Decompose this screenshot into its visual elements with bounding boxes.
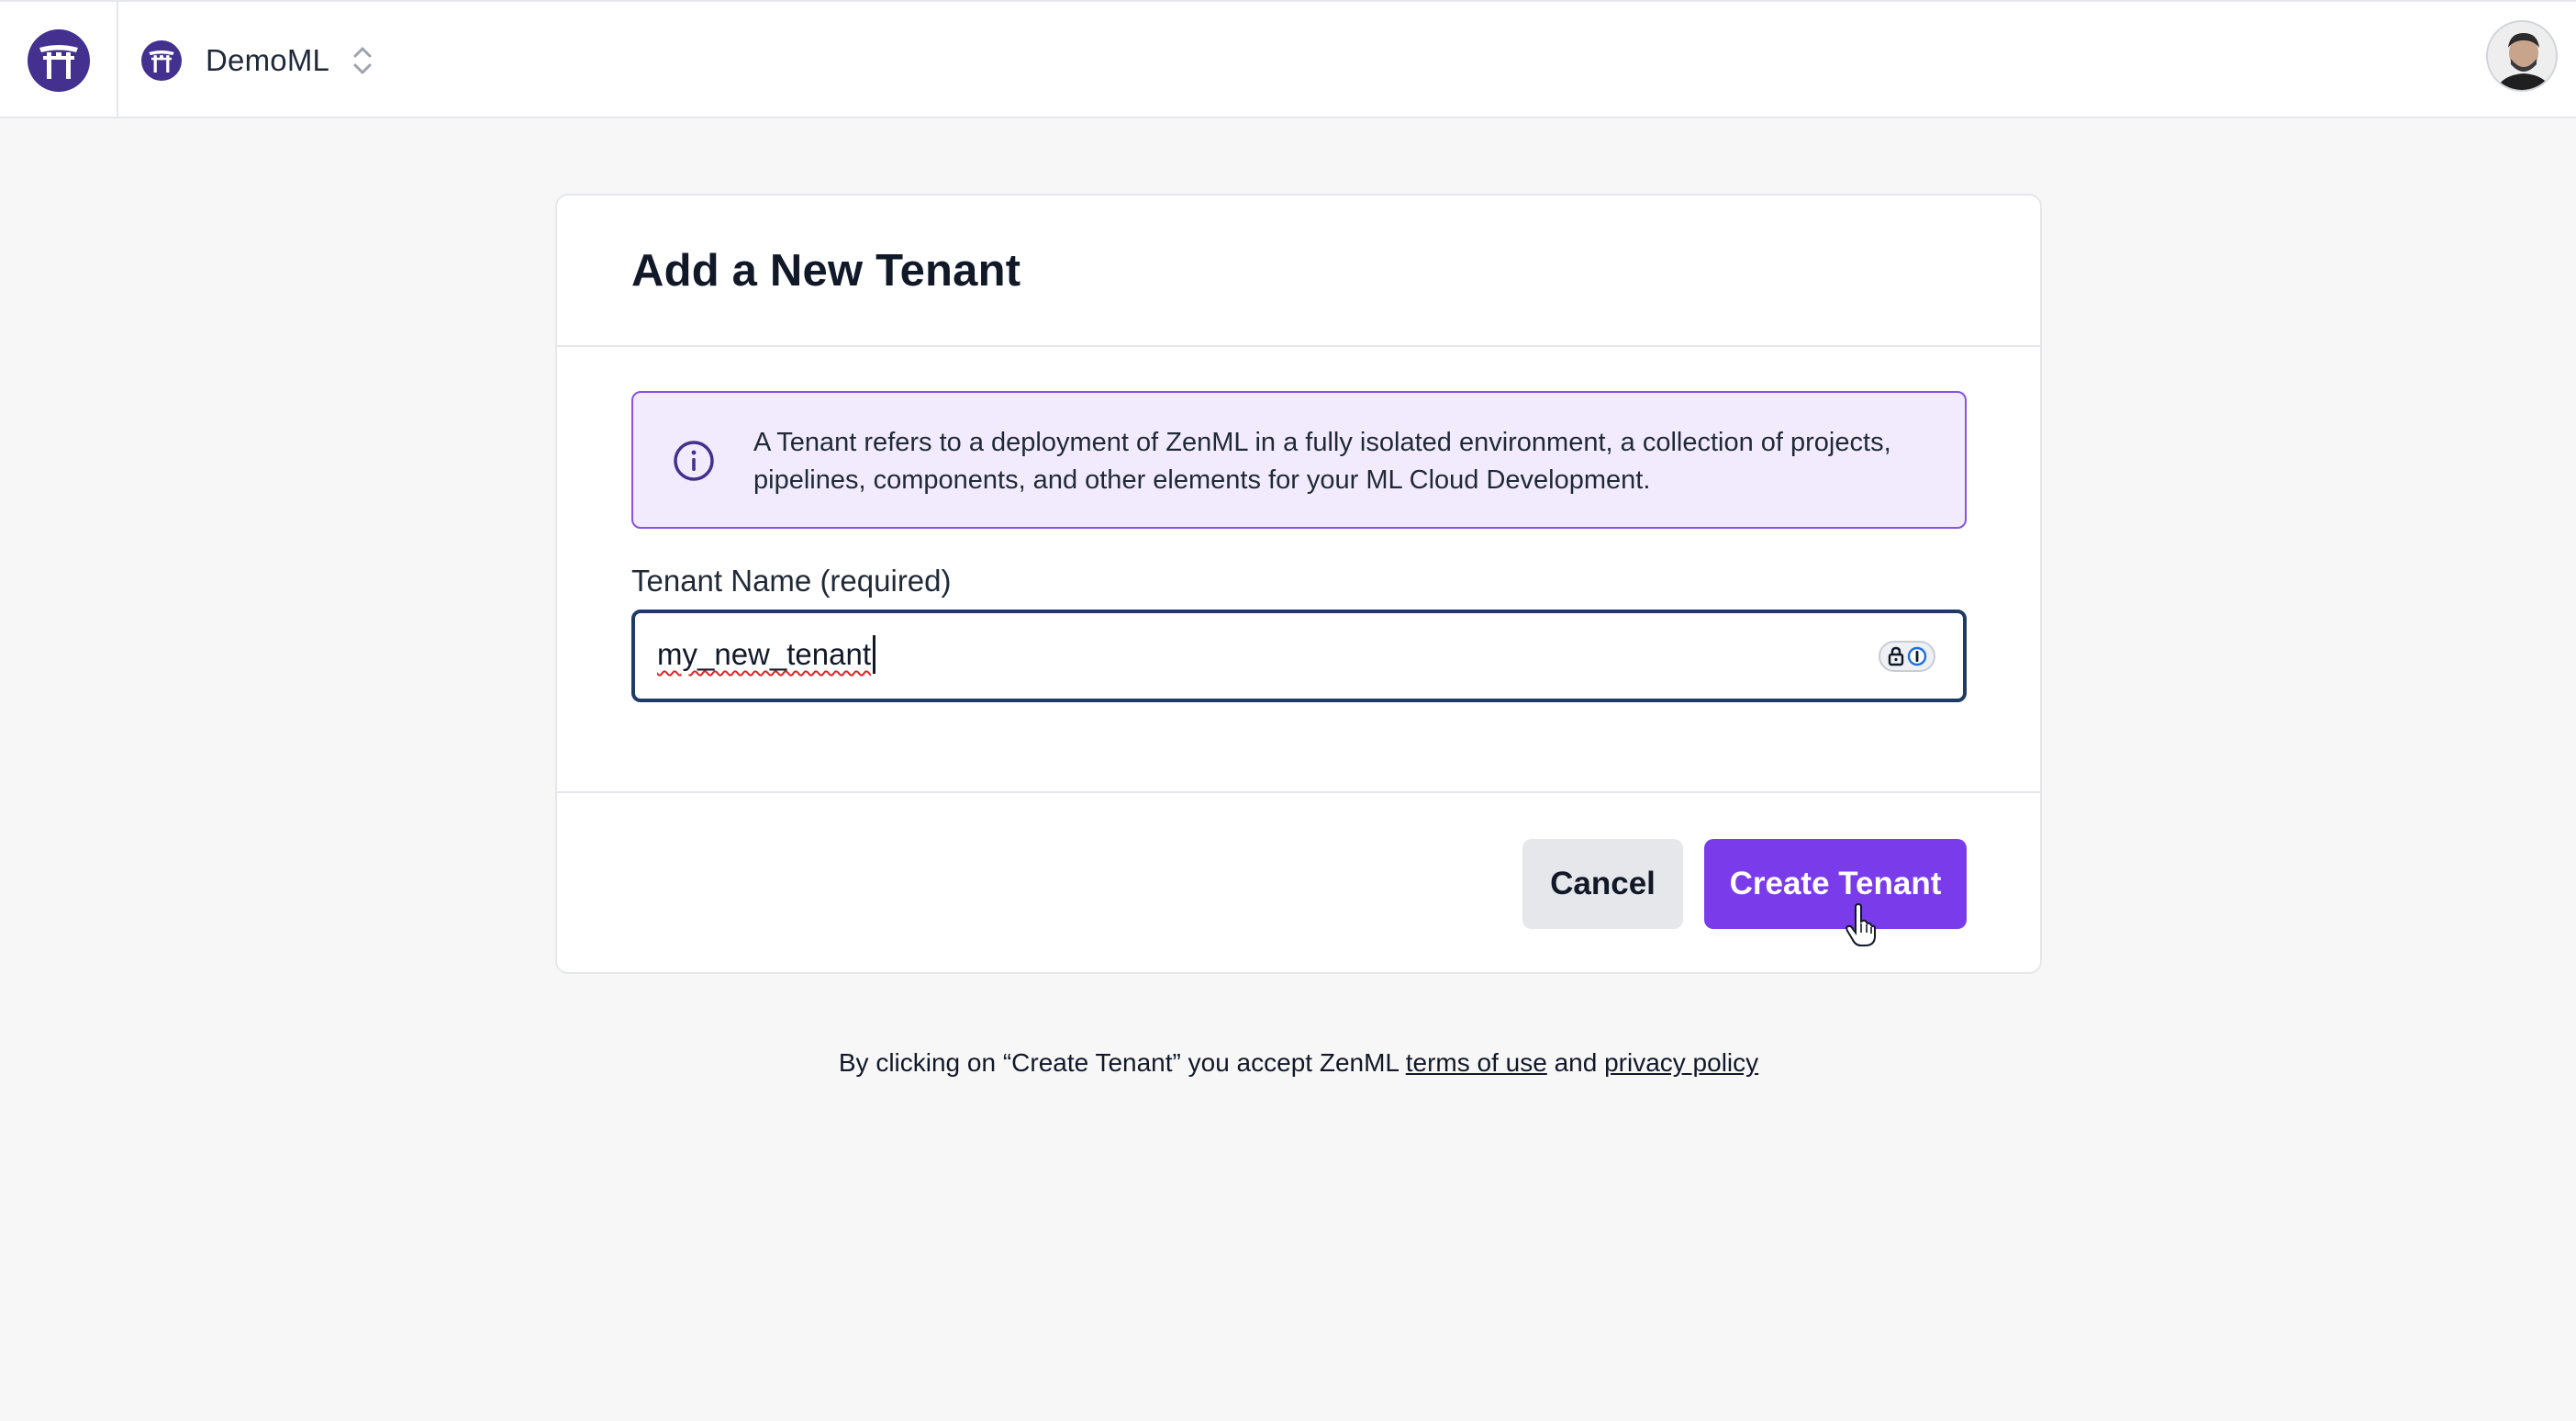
tenant-switcher[interactable]: DemoML xyxy=(141,39,374,83)
tenant-name-label: Tenant Name (required) xyxy=(631,564,952,598)
legal-prefix: By clicking on “Create Tenant” you accep… xyxy=(838,1048,1399,1077)
tenant-name-value[interactable]: my_new_tenant xyxy=(657,637,871,672)
legal-notice: By clicking on “Create Tenant” you accep… xyxy=(0,1048,2576,1078)
chevron-updown-icon[interactable] xyxy=(351,44,374,77)
page-title: Add a New Tenant xyxy=(631,245,1021,296)
add-tenant-card: Add a New Tenant A Tenant refers to a de… xyxy=(555,194,2042,974)
create-tenant-button[interactable]: Create Tenant xyxy=(1704,839,1967,929)
user-avatar[interactable] xyxy=(2486,20,2558,92)
info-callout: A Tenant refers to a deployment of ZenML… xyxy=(631,391,1967,529)
top-bar: DemoML xyxy=(0,0,2576,118)
logo-cell[interactable] xyxy=(0,2,118,118)
card-footer: Cancel Create Tenant xyxy=(557,793,2040,972)
password-manager-icon[interactable] xyxy=(1879,641,1935,672)
zenml-logo-icon[interactable] xyxy=(27,28,90,92)
legal-and: and xyxy=(1554,1048,1598,1077)
hand-cursor-icon xyxy=(1846,903,1876,946)
text-caret xyxy=(873,635,875,674)
privacy-policy-link[interactable]: privacy policy xyxy=(1604,1048,1758,1077)
cancel-button[interactable]: Cancel xyxy=(1522,839,1683,929)
info-text: A Tenant refers to a deployment of ZenML… xyxy=(753,428,1891,495)
card-body: A Tenant refers to a deployment of ZenML… xyxy=(557,347,2040,793)
tenant-name-input[interactable]: my_new_tenant xyxy=(631,610,1967,702)
tenant-logo-icon xyxy=(141,40,182,81)
tenant-name[interactable]: DemoML xyxy=(206,43,329,78)
terms-of-use-link[interactable]: terms of use xyxy=(1406,1048,1547,1077)
info-icon xyxy=(672,439,716,483)
card-header: Add a New Tenant xyxy=(557,196,2040,347)
